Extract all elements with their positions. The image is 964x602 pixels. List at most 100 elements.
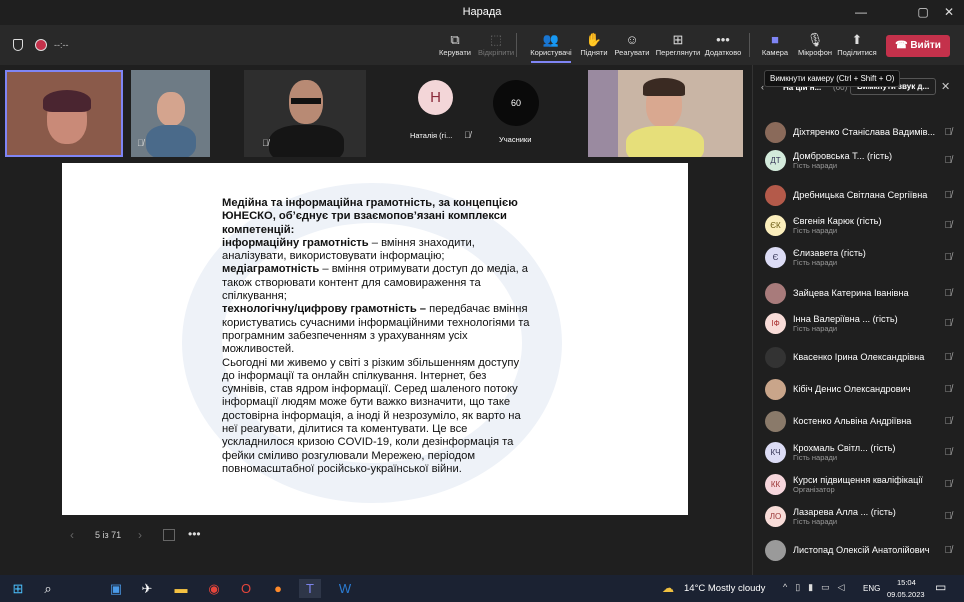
windows-taskbar: ⊞ ⌕ ▣ ✈ ▬ ◉ O ● T W ☁ 14°C Mostly cloudy…: [0, 575, 964, 602]
mic-off-icon: 🎙̸: [944, 446, 953, 458]
participant-name: Євгенія Карюк (гість): [793, 215, 882, 226]
chrome-icon[interactable]: ◉: [203, 579, 225, 598]
participant-row[interactable]: Квасенко Ірина Олександрівна 🎙̸: [765, 342, 960, 372]
participant-avatar: ІФ: [765, 312, 786, 334]
toolbar-button-6[interactable]: ••• Додатково: [698, 31, 748, 57]
participant-avatar[interactable]: Н: [418, 80, 453, 115]
close-panel-button[interactable]: ✕: [941, 80, 950, 93]
participant-row[interactable]: ІФ Інна Валеріївна ... (гість) Гість нарад…: [765, 308, 960, 338]
firefox-icon[interactable]: ●: [267, 579, 289, 598]
participant-row[interactable]: ДТ Домбровська Т... (гість) Гість наради 🎙̸: [765, 145, 960, 175]
participant-row[interactable]: ЛО Лазарева Алла ... (гість) Гість наради 🎙…: [765, 501, 960, 531]
minimize-button[interactable]: —: [846, 0, 876, 25]
participant-role: Гість наради: [793, 516, 838, 526]
toolbar-button-9[interactable]: ⬆ Поділитися: [832, 31, 882, 57]
slide-bold-text: інформаційну грамотність: [222, 236, 369, 249]
undock-icon: ⬚: [489, 32, 503, 47]
clock-date[interactable]: 09.05.2023: [887, 590, 925, 599]
mic-off-icon: 🎙̸: [262, 138, 269, 148]
slide-text: Медійна та інформаційна грамотність, за …: [222, 197, 534, 476]
participant-name: Курси підвищення кваліфікації: [793, 474, 923, 485]
recording-icon: [35, 39, 47, 51]
notifications-icon[interactable]: ▭: [935, 580, 946, 594]
participant-role: Гість наради: [793, 225, 838, 235]
participant-name: Зайцева Катерина Іванівна: [793, 288, 909, 298]
participant-avatar: ЛО: [765, 505, 786, 527]
grid-view-icon[interactable]: [163, 529, 175, 541]
toolbar-button-label: Додатково: [704, 48, 742, 57]
app-icon[interactable]: ✈: [136, 579, 158, 598]
participant-avatar: [765, 346, 786, 368]
camera-tooltip: Вимкнути камеру (Ctrl + Shift + O): [764, 70, 901, 87]
next-slide-button[interactable]: ›: [138, 528, 142, 542]
keyboard-language[interactable]: ENG: [863, 584, 880, 593]
weather-text[interactable]: 14°C Mostly cloudy: [684, 583, 765, 594]
toolbar-button-label: Користувачі: [530, 48, 572, 57]
slide-counter: 5 із 71: [95, 530, 122, 540]
participant-row[interactable]: Зайцева Катерина Іванівна 🎙̸: [765, 278, 960, 308]
toolbar-button-5[interactable]: ⊞ Переглянути: [653, 31, 703, 57]
participant-name: Квасенко Ірина Олександрівна: [793, 352, 925, 362]
teams-icon[interactable]: T: [299, 579, 321, 598]
slide-paragraph: інформаційну грамотність – вміння знаход…: [222, 237, 534, 264]
window-title: Нарада: [462, 6, 502, 18]
participants-count[interactable]: 60: [493, 80, 539, 126]
toolbar-button-label: Керувати: [439, 48, 471, 57]
participant-row[interactable]: Кібіч Денис Олександрович 🎙̸: [765, 374, 960, 404]
search-icon[interactable]: ⌕: [37, 579, 59, 598]
word-icon[interactable]: W: [334, 579, 356, 598]
participant-avatar: КК: [765, 473, 786, 495]
participant-avatar: [765, 378, 786, 400]
video-tile-active-speaker[interactable]: [5, 70, 123, 157]
participant-row[interactable]: Є Єлизавета (гість) Гість наради 🎙̸: [765, 242, 960, 272]
close-window-button[interactable]: ✕: [934, 0, 964, 25]
tray-icons[interactable]: ^▯▮▭◁: [783, 582, 853, 593]
toolbar-button-label: Підняти: [580, 48, 608, 57]
file-explorer-icon[interactable]: ▬: [170, 579, 192, 598]
participant-row[interactable]: КК Курси підвищення кваліфікації Організат…: [765, 469, 960, 499]
slide-bold-text: технологічну/цифрову грамотність –: [222, 303, 427, 316]
share-icon: ⬆: [851, 32, 863, 47]
leave-button[interactable]: ☎ Вийти: [886, 35, 950, 57]
video-tile[interactable]: 🎙̸: [131, 70, 210, 157]
mic-off-icon: 🎙̸: [944, 287, 953, 299]
toolbar-button-label: Мікрофон: [797, 48, 833, 57]
participant-name: Кібіч Денис Олександрович: [793, 384, 911, 394]
participant-row[interactable]: Листопад Олексій Анатолійович 🎙̸: [765, 535, 960, 565]
prev-slide-button[interactable]: ‹: [70, 528, 74, 542]
participant-row[interactable]: Діхтяренко Станіслава Вадимів... 🎙̸: [765, 117, 960, 147]
participant-avatar: ЄК: [765, 214, 786, 236]
participant-row[interactable]: КЧ Крохмаль Світл... (гість) Гість наради 🎙…: [765, 437, 960, 467]
opera-icon[interactable]: O: [235, 579, 257, 598]
participant-row[interactable]: Костенко Альвіна Андріївна 🎙̸: [765, 406, 960, 436]
toolbar-button-label: Реагувати: [614, 48, 650, 57]
app-icon[interactable]: ▣: [105, 579, 127, 598]
mic-off-icon: 🎙̸: [944, 251, 953, 263]
slide-paragraph: технологічну/цифрову грамотність – перед…: [222, 303, 534, 356]
participant-row[interactable]: Дребницька Світлана Сергіївна 🎙̸: [765, 180, 960, 210]
video-tile[interactable]: 🎙̸: [244, 70, 366, 157]
video-tile[interactable]: [588, 70, 743, 157]
weather-icon: ☁: [662, 581, 674, 595]
participant-role: Гість наради: [793, 160, 838, 170]
slide-paragraph: Медійна та інформаційна грамотність, за …: [222, 197, 534, 237]
meeting-timer: --:--: [54, 40, 69, 50]
mic-off-icon: 🎙̸: [944, 544, 953, 556]
meeting-toolbar: --:-- ⧉ Керувати ⬚ Відкріпити 👥 Користувачі ✋ П…: [0, 25, 964, 65]
participant-row[interactable]: ЄК Євгенія Карюк (гість) Гість наради 🎙̸: [765, 210, 960, 240]
participant-avatar: [765, 282, 786, 304]
participant-role: Гість наради: [793, 257, 838, 267]
participant-avatar: ДТ: [765, 149, 786, 171]
toolbar-button-4[interactable]: ☺ Реагувати: [607, 31, 657, 57]
shared-presentation-slide: Медійна та інформаційна грамотність, за …: [62, 163, 688, 515]
participant-avatar: [765, 410, 786, 432]
participant-name: Інна Валеріївна ... (гість): [793, 313, 898, 324]
slide-body-text: Сьогодні ми живемо у світі з різким збіл…: [222, 356, 521, 475]
windows-start-icon[interactable]: ⊞: [7, 579, 29, 598]
mic-off-icon: 🎙̸: [944, 478, 953, 490]
participant-name: Діхтяренко Станіслава Вадимів...: [793, 127, 936, 137]
participants-panel: ‹ На цій н... (60) Вимкнути звук д... ✕ …: [752, 65, 964, 575]
clock-time[interactable]: 15:04: [897, 578, 916, 587]
toolbar-button-1[interactable]: ⬚ Відкріпити: [471, 31, 521, 57]
more-options-icon[interactable]: •••: [188, 527, 201, 541]
